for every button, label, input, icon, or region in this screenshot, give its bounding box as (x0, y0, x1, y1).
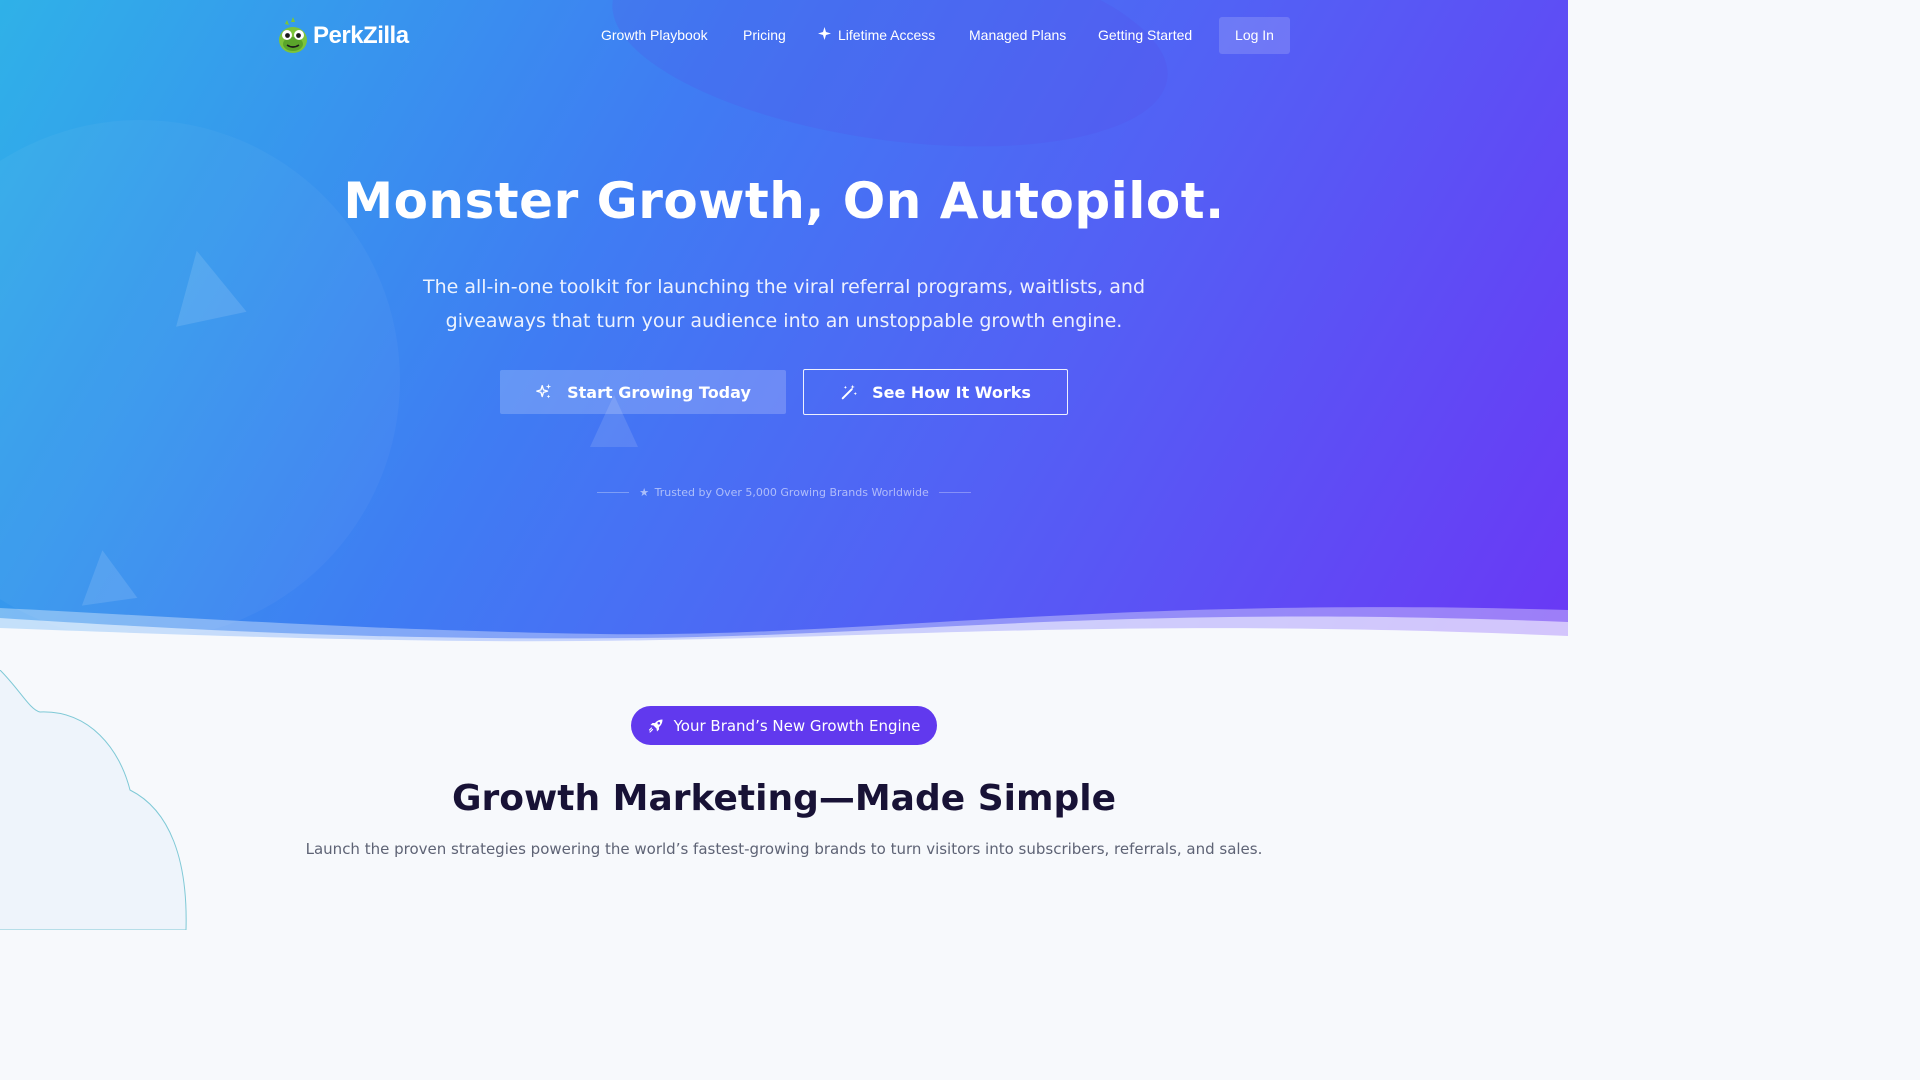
nav-item-label: Pricing (743, 27, 786, 43)
see-how-it-works-button[interactable]: See How It Works (803, 369, 1068, 415)
hero-section: PerkZilla Growth Playbook Pricing Lifeti… (0, 0, 1568, 650)
divider-line (597, 492, 630, 493)
decorative-triangle (161, 243, 247, 327)
login-button[interactable]: Log In (1219, 17, 1290, 54)
divider-line (938, 492, 971, 493)
nav-item-pricing[interactable]: Pricing (743, 16, 786, 54)
growth-engine-badge: Your Brand’s New Growth Engine (631, 706, 937, 745)
magic-wand-icon (841, 384, 857, 400)
trusted-text: Trusted by Over 5,000 Growing Brands Wor… (654, 486, 929, 499)
nav-item-label: Managed Plans (969, 27, 1067, 43)
hero-wave-divider (0, 607, 1568, 650)
hero-title: Monster Growth, On Autopilot. (343, 172, 1225, 230)
perkzilla-mascot-icon (279, 17, 307, 53)
sparkles-icon (536, 383, 552, 399)
section-title: Growth Marketing—Made Simple (451, 778, 1116, 819)
nav-item-growth-playbook[interactable]: Growth Playbook (601, 16, 708, 54)
nav-item-label: Growth Playbook (601, 27, 708, 43)
sparkle-icon (818, 16, 832, 54)
nav-item-managed-plans[interactable]: Managed Plans (969, 16, 1066, 54)
brand-name: PerkZilla (313, 22, 409, 49)
rocket-icon (648, 719, 663, 733)
trusted-by-banner: ★ Trusted by Over 5,000 Growing Brands W… (0, 486, 1568, 499)
star-icon: ★ (639, 486, 650, 499)
brand-logo[interactable]: PerkZilla (277, 16, 409, 56)
start-growing-button[interactable]: Start Growing Today (500, 370, 786, 414)
see-how-it-works-label: See How It Works (872, 382, 1031, 402)
nav-item-getting-started[interactable]: Getting Started (1098, 16, 1192, 54)
hero-subtitle: The all-in-one toolkit for launching the… (422, 276, 1146, 332)
badge-label: Your Brand’s New Growth Engine (673, 716, 921, 735)
top-nav: PerkZilla Growth Playbook Pricing Lifeti… (0, 0, 1568, 70)
nav-item-lifetime-access[interactable]: Lifetime Access (818, 16, 935, 54)
nav-item-label: Getting Started (1098, 27, 1193, 43)
start-growing-label: Start Growing Today (567, 382, 751, 402)
nav-item-label: Lifetime Access (838, 27, 936, 43)
section-subtitle: Launch the proven strategies powering th… (305, 840, 1263, 858)
